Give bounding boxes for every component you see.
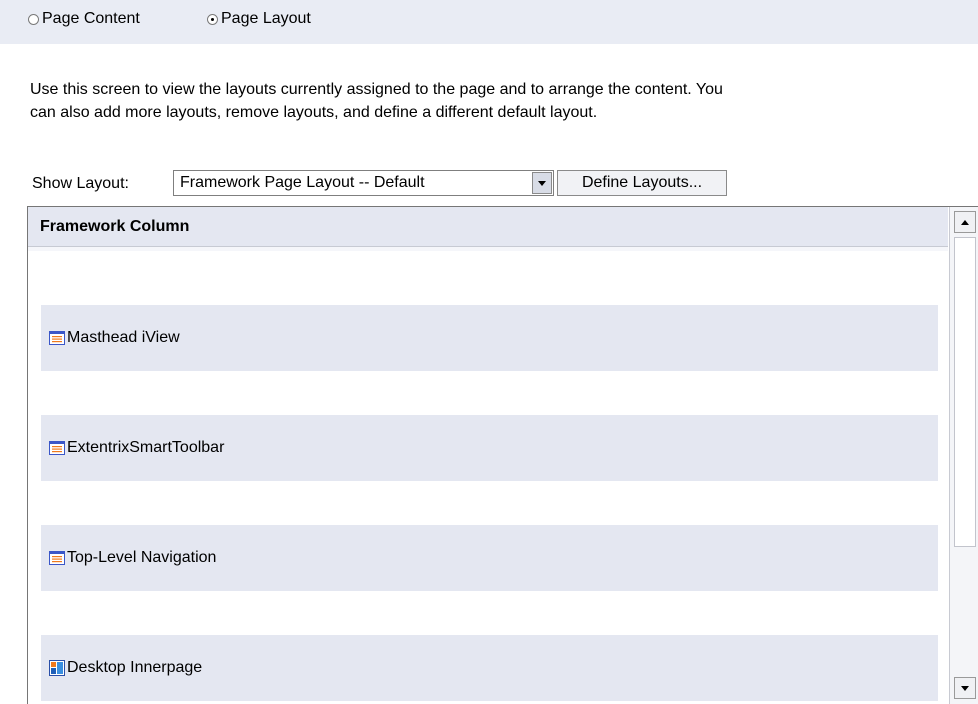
layout-item-label[interactable]: ExtentrixSmartToolbar <box>67 439 224 457</box>
page-content-radio[interactable] <box>28 13 39 25</box>
page-icon <box>49 660 65 676</box>
scroll-up-button[interactable] <box>954 211 976 233</box>
page-content-label[interactable]: Page Content <box>42 10 140 28</box>
define-layouts-button[interactable]: Define Layouts... <box>557 170 727 196</box>
page-layout-label[interactable]: Page Layout <box>221 10 311 28</box>
page-layout-radio-option[interactable]: Page Layout <box>207 9 311 29</box>
iview-icon <box>49 551 65 565</box>
iview-icon <box>49 331 65 345</box>
page-layout-radio[interactable] <box>207 13 218 25</box>
layout-panel: Framework Column Masthead iView Extentri… <box>27 206 978 704</box>
layout-item-masthead[interactable]: Masthead iView <box>41 305 938 371</box>
chevron-down-icon <box>961 685 969 691</box>
layout-item-extentrix-toolbar[interactable]: ExtentrixSmartToolbar <box>41 415 938 481</box>
layout-item-label[interactable]: Desktop Innerpage <box>67 659 202 677</box>
header-divider <box>28 247 948 251</box>
scrollbar-thumb[interactable] <box>954 237 976 547</box>
layout-item-label[interactable]: Top-Level Navigation <box>67 549 216 567</box>
framework-column-header: Framework Column <box>28 207 948 247</box>
chevron-down-icon <box>538 180 546 186</box>
dropdown-arrow-button[interactable] <box>532 172 552 194</box>
scroll-down-button[interactable] <box>954 677 976 699</box>
view-toggle-bar: Page Content Page Layout <box>0 0 978 44</box>
layout-item-top-level-navigation[interactable]: Top-Level Navigation <box>41 525 938 591</box>
screen-description: Use this screen to view the layouts curr… <box>30 81 723 121</box>
show-layout-select[interactable]: Framework Page Layout -- Default <box>173 170 554 196</box>
layout-item-desktop-innerpage[interactable]: Desktop Innerpage <box>41 635 938 701</box>
iview-icon <box>49 441 65 455</box>
show-layout-label: Show Layout: <box>32 175 129 192</box>
show-layout-select-value[interactable]: Framework Page Layout -- Default <box>174 174 532 192</box>
chevron-up-icon <box>961 219 969 225</box>
layout-item-label[interactable]: Masthead iView <box>67 329 180 347</box>
vertical-scrollbar[interactable] <box>949 207 978 704</box>
page-content-radio-option[interactable]: Page Content <box>28 9 140 29</box>
